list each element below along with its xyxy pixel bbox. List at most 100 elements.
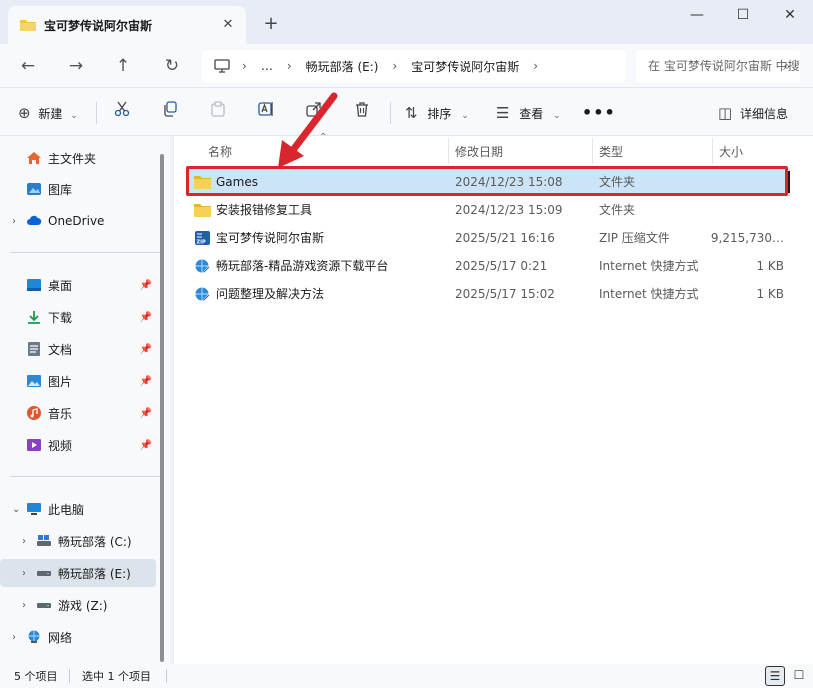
file-type: 文件夹	[599, 203, 636, 217]
file-modified: 2025/5/21 16:16	[455, 231, 555, 245]
selection-edge	[788, 171, 790, 193]
search-placeholder: 在 宝可梦传说阿尔宙斯 中搜索	[648, 59, 800, 73]
paste-button[interactable]	[210, 100, 226, 126]
sidebar-item-documents[interactable]: 文档 📌	[0, 335, 156, 363]
sidebar-scrollbar[interactable]	[160, 154, 164, 662]
sidebar-item-label: 图片	[48, 374, 73, 389]
chevron-right-icon[interactable]: ›	[22, 536, 36, 547]
document-icon	[28, 342, 40, 356]
sidebar-item-label: 畅玩部落 (E:)	[58, 566, 131, 581]
selected-count: 选中 1 个项目	[82, 670, 151, 683]
sidebar-item-pictures[interactable]: 图片 📌	[0, 367, 156, 395]
divider	[10, 476, 160, 477]
file-row[interactable]: 安装报错修复工具 2024/12/23 15:09 文件夹	[186, 196, 790, 224]
pin-icon[interactable]: 📌	[140, 312, 152, 323]
file-size	[706, 196, 784, 224]
sidebar-item-home[interactable]: 主文件夹	[0, 144, 156, 172]
file-size: 1 KB	[756, 259, 784, 273]
file-modified: 2025/5/17 0:21	[455, 259, 548, 273]
details-pane-button[interactable]: ◫ 详细信息	[718, 100, 788, 126]
search-input[interactable]: 在 宝可梦传说阿尔宙斯 中搜索 ⌕	[636, 50, 800, 82]
sidebar-item-label: 主文件夹	[48, 151, 97, 166]
chevron-right-icon[interactable]: ›	[22, 600, 36, 611]
file-row[interactable]: 问题整理及解决方法 2025/5/17 15:02 Internet 快捷方式 …	[186, 280, 790, 308]
more-options-button[interactable]: •••	[582, 100, 616, 126]
cut-button[interactable]	[114, 100, 130, 126]
chevron-right-icon[interactable]: ›	[12, 216, 26, 227]
trash-icon	[356, 102, 368, 117]
sidebar-item-onedrive[interactable]: › OneDrive	[0, 207, 156, 235]
column-header-modified[interactable]: 修改日期	[447, 140, 591, 164]
pin-icon[interactable]: 📌	[140, 376, 152, 387]
new-button[interactable]: ⊕ 新建 ⌄	[18, 100, 78, 126]
chevron-down-icon: ⌄	[70, 111, 78, 121]
file-row[interactable]: 畅玩部落-精品游戏资源下载平台 2025/5/17 0:21 Internet …	[186, 252, 790, 280]
plus-circle-icon: ⊕	[18, 104, 31, 122]
divider	[390, 102, 391, 124]
forward-button[interactable]: →	[61, 52, 91, 80]
sidebar-item-this-pc[interactable]: ⌄ 此电脑	[0, 495, 156, 523]
file-list: ⌃ 名称 修改日期 类型 大小 Games 2024/12/23 15:08 文…	[174, 132, 813, 664]
back-button[interactable]: ←	[13, 52, 43, 80]
sidebar-item-label: 此电脑	[48, 502, 85, 517]
delete-button[interactable]	[354, 100, 370, 126]
folder-icon	[20, 20, 36, 31]
refresh-button[interactable]: ↻	[157, 52, 187, 80]
sidebar-item-downloads[interactable]: 下载 📌	[0, 303, 156, 331]
pin-icon[interactable]: 📌	[140, 344, 152, 355]
breadcrumb-folder[interactable]: 宝可梦传说阿尔宙斯	[411, 58, 519, 75]
pin-icon[interactable]: 📌	[140, 440, 152, 451]
copy-button[interactable]	[162, 100, 178, 126]
sidebar-item-desktop[interactable]: 桌面 📌	[0, 271, 156, 299]
tab-current[interactable]: 宝可梦传说阿尔宙斯 ✕	[8, 6, 246, 44]
file-row[interactable]: ZIP 宝可梦传说阿尔宙斯 2025/5/21 16:16 ZIP 压缩文件 9…	[186, 224, 790, 252]
chevron-right-icon: ›	[242, 59, 247, 73]
drive-icon	[37, 603, 51, 608]
sidebar-item-drive-e[interactable]: › 畅玩部落 (E:)	[0, 559, 156, 587]
sidebar-item-videos[interactable]: 视频 📌	[0, 431, 156, 459]
sidebar-item-label: 视频	[48, 438, 73, 453]
tiles-view-icon[interactable]: ☐	[789, 666, 809, 686]
pin-icon[interactable]: 📌	[140, 408, 152, 419]
sort-label: 排序	[427, 107, 452, 121]
new-tab-button[interactable]: +	[258, 12, 284, 38]
sort-button[interactable]: ⇅ 排序 ⌄	[405, 100, 469, 126]
new-label: 新建	[38, 107, 63, 121]
address-bar[interactable]: › … › 畅玩部落 (E:) › 宝可梦传说阿尔宙斯 ›	[202, 50, 626, 82]
details-view-icon[interactable]: ☰	[765, 666, 785, 686]
chevron-down-icon[interactable]: ⌄	[12, 504, 26, 515]
tab-title: 宝可梦传说阿尔宙斯	[44, 18, 153, 33]
sidebar-item-gallery[interactable]: 图库	[0, 175, 156, 203]
tab-close-button[interactable]: ✕	[218, 15, 238, 35]
column-header-type[interactable]: 类型	[591, 140, 711, 164]
chevron-right-icon[interactable]: ›	[22, 568, 36, 579]
sidebar-item-label: 音乐	[48, 406, 73, 421]
copy-icon	[164, 101, 177, 117]
minimize-button[interactable]: —	[674, 0, 720, 32]
column-header-size[interactable]: 大小	[711, 140, 791, 164]
breadcrumb-overflow[interactable]: …	[261, 59, 273, 73]
up-button[interactable]: ↑	[108, 52, 138, 80]
chevron-right-icon[interactable]: ›	[12, 632, 26, 643]
desktop-icon	[27, 279, 41, 291]
sidebar-item-network[interactable]: › 网络	[0, 623, 156, 651]
drive-icon	[37, 535, 51, 546]
chevron-down-icon: ⌄	[461, 111, 469, 121]
close-button[interactable]: ✕	[767, 0, 813, 32]
view-label: 查看	[519, 107, 544, 121]
sidebar-item-music[interactable]: 音乐 📌	[0, 399, 156, 427]
pin-icon[interactable]: 📌	[140, 280, 152, 291]
sidebar-item-drive-c[interactable]: › 畅玩部落 (C:)	[0, 527, 156, 555]
clipboard-icon	[211, 101, 225, 117]
sidebar-item-drive-z[interactable]: › 游戏 (Z:)	[0, 591, 156, 619]
picture-icon	[27, 375, 41, 387]
file-type: Internet 快捷方式	[599, 259, 699, 273]
music-icon	[27, 406, 41, 420]
gallery-icon	[27, 183, 41, 195]
cloud-icon	[27, 215, 42, 225]
breadcrumb-drive[interactable]: 畅玩部落 (E:)	[306, 58, 379, 75]
maximize-button[interactable]: ☐	[720, 0, 766, 32]
folder-icon	[194, 204, 211, 217]
view-button[interactable]: ☰ 查看 ⌄	[496, 100, 561, 126]
sidebar-item-label: 桌面	[48, 278, 73, 293]
